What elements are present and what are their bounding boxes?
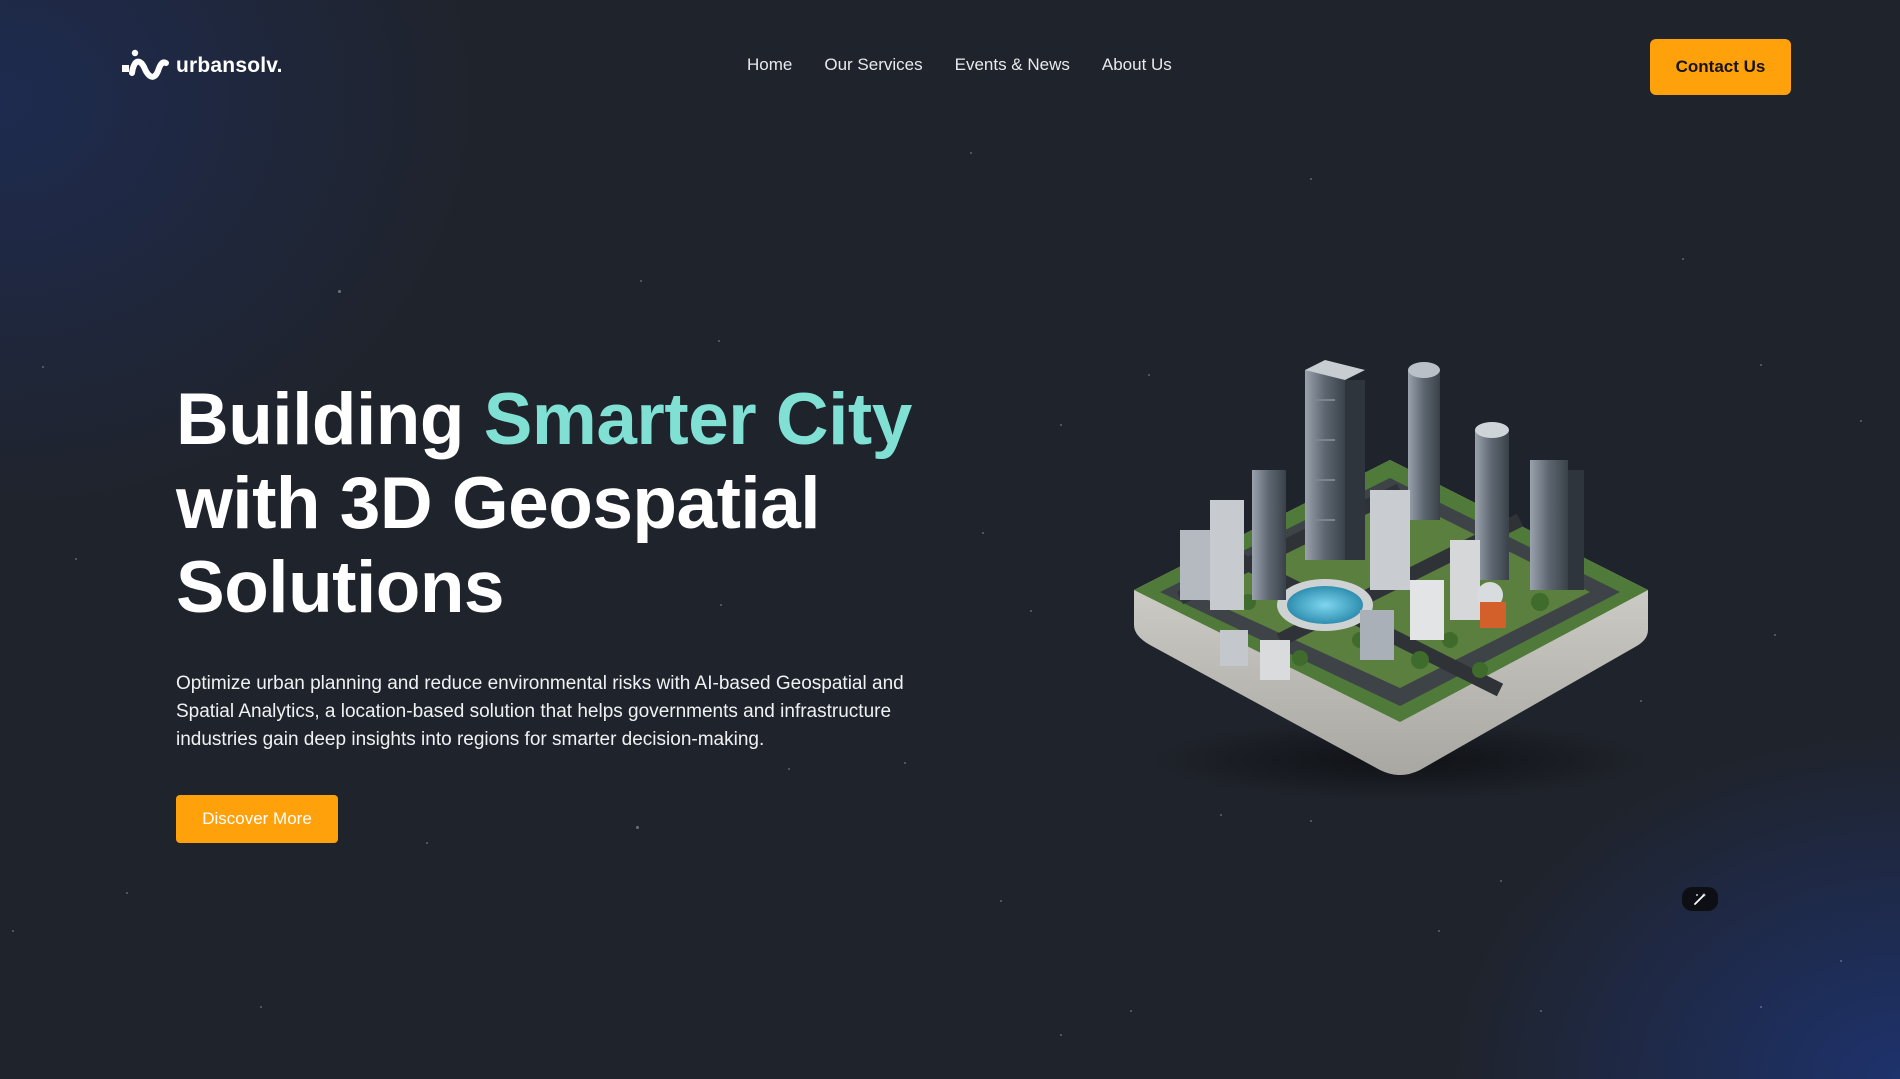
hero-title-part1: Building [176,379,484,460]
nav-link-events-news[interactable]: Events & News [955,55,1070,75]
site-header: urbansolv. Home Our Services Events & Ne… [0,39,1900,95]
hero-title: Building Smarter City with 3D Geospatial… [176,378,996,630]
magic-wand-button[interactable] [1682,887,1718,911]
urbansolv-logo-icon [122,49,169,80]
hero-title-line2: with 3D Geospatial [176,463,821,544]
discover-more-button[interactable]: Discover More [176,795,338,843]
hero-description: Optimize urban planning and reduce envir… [176,673,904,750]
hero-section: Building Smarter City with 3D Geospatial… [176,378,996,843]
nav-link-about-us[interactable]: About Us [1102,55,1172,75]
nav-link-home[interactable]: Home [747,55,792,75]
magic-wand-icon [1694,893,1706,905]
hero-title-line3: Solutions [176,547,505,628]
main-nav: Home Our Services Events & News About Us [747,55,1172,75]
brand-name: urbansolv. [176,54,283,77]
hero-title-accent: Smarter City [483,379,913,460]
isometric-city-illustration [1134,360,1650,800]
contact-us-button[interactable]: Contact Us [1650,39,1791,95]
brand-logo[interactable]: urbansolv. [122,47,283,85]
nav-link-our-services[interactable]: Our Services [824,55,922,75]
